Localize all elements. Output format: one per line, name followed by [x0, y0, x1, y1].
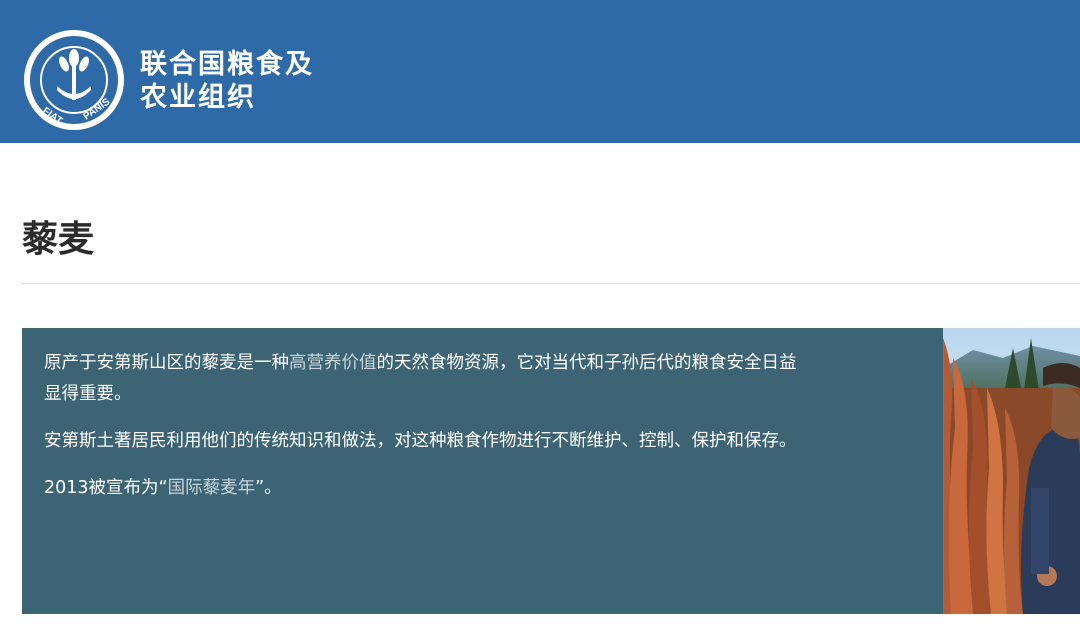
year-text-after: ”。: [255, 478, 282, 498]
tradition-paragraph: 安第斯土著居民利用他们的传统知识和做法，对这种粮食作物进行不断维护、控制、保护和…: [44, 431, 797, 451]
year-text-before: 2013被宣布为“: [44, 478, 168, 498]
quinoa-year-link[interactable]: 国际藜麦年: [168, 478, 256, 498]
org-name-line2: 农业组织: [140, 82, 256, 113]
quinoa-farmer-photo: [943, 328, 1080, 614]
nutrition-value-link[interactable]: 高营养价值: [289, 353, 377, 373]
site-header: FIAT PANIS 联合国粮食及 农业组织: [0, 0, 1080, 143]
fao-logo-icon[interactable]: FIAT PANIS: [22, 28, 126, 132]
org-name[interactable]: 联合国粮食及 农业组织: [140, 48, 314, 114]
intro-text-before: 原产于安第斯山区的藜麦是一种: [44, 353, 289, 373]
intro-paragraph: 原产于安第斯山区的藜麦是一种高营养价值的天然食物资源，它对当代和子孙后代的粮食安…: [44, 348, 804, 410]
org-name-line1: 联合国粮食及: [140, 49, 314, 80]
year-paragraph: 2013被宣布为“国际藜麦年”。: [44, 473, 804, 504]
title-divider: [22, 283, 1080, 284]
info-panel: 原产于安第斯山区的藜麦是一种高营养价值的天然食物资源，它对当代和子孙后代的粮食安…: [22, 328, 943, 614]
page-title: 藜麦: [22, 219, 95, 260]
